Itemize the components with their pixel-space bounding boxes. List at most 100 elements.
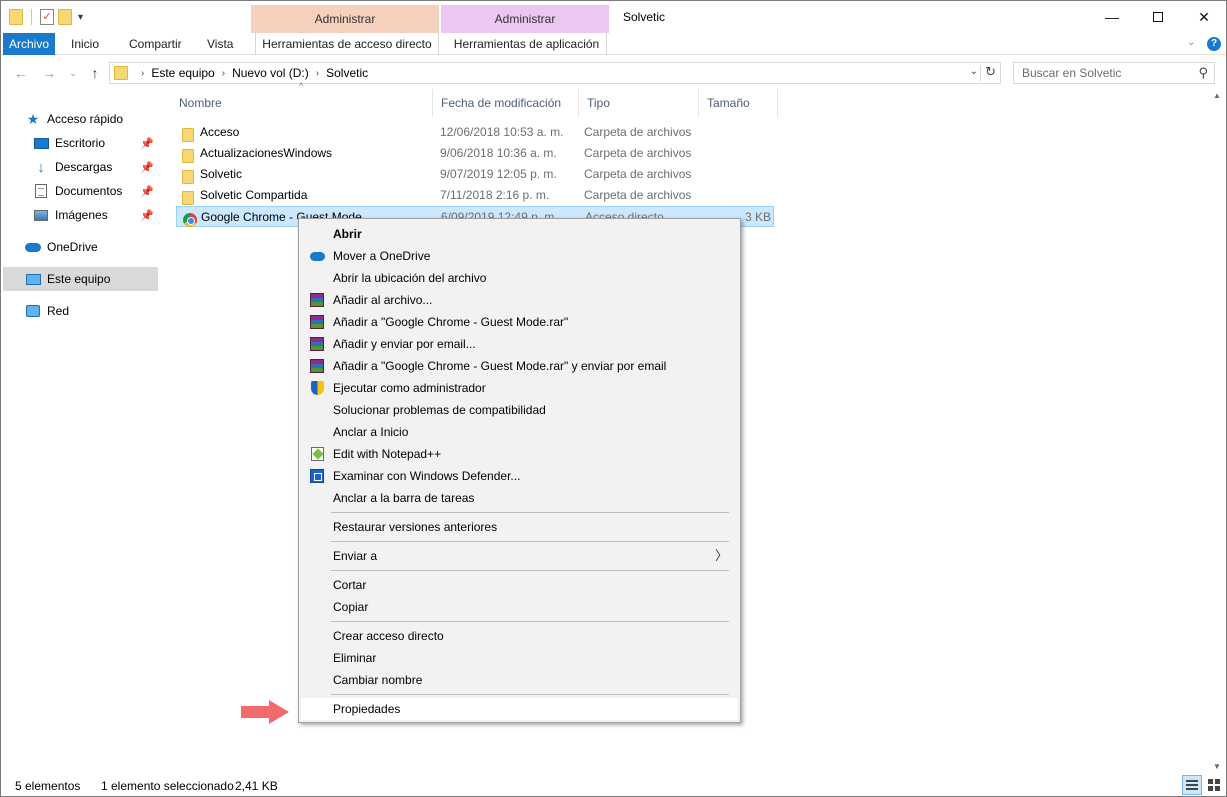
column-header-type[interactable]: Tipo	[578, 89, 698, 117]
details-view-button[interactable]	[1182, 775, 1202, 795]
tab-share[interactable]: Compartir	[119, 33, 192, 55]
up-arrow-icon[interactable]: ↑	[85, 63, 105, 83]
tab-shortcut-tools[interactable]: Herramientas de acceso directo	[255, 33, 439, 55]
breadcrumb-drive[interactable]: Nuevo vol (D:)	[232, 66, 309, 80]
customize-toolbar-icon[interactable]: ▾	[78, 12, 83, 23]
selection-size: 2,41 KB	[235, 779, 278, 793]
scroll-up-icon[interactable]: ▲	[1213, 91, 1221, 100]
status-bar: 5 elementos 1 elemento seleccionado 2,41…	[1, 775, 1226, 796]
maximize-button[interactable]	[1135, 1, 1181, 33]
nav-documents[interactable]: Documentos 📌	[33, 179, 158, 203]
forward-arrow-icon[interactable]: →	[39, 63, 59, 83]
pin-icon[interactable]: 📌	[140, 161, 154, 174]
tab-view[interactable]: Vista	[197, 33, 243, 55]
menu-item-cut[interactable]: Cortar	[301, 574, 738, 596]
nav-item-label: Red	[47, 304, 70, 318]
nav-network[interactable]: Red	[25, 299, 158, 323]
menu-item-add-to-rar[interactable]: Añadir a "Google Chrome - Guest Mode.rar…	[301, 311, 738, 333]
menu-item-properties[interactable]: Propiedades	[301, 698, 738, 720]
download-icon: ↓	[37, 158, 45, 176]
pin-icon[interactable]: 📌	[140, 209, 154, 222]
chevron-down-icon[interactable]: ⌄	[970, 66, 978, 77]
large-icons-view-button[interactable]	[1204, 775, 1224, 795]
menu-item-pin-to-start[interactable]: Anclar a Inicio	[301, 421, 738, 443]
file-date: 9/06/2018 10:36 a. m.	[440, 146, 557, 160]
column-header-name[interactable]: Nombre	[171, 89, 432, 117]
nav-pictures[interactable]: Imágenes 📌	[33, 203, 158, 227]
minimize-icon: —	[1105, 9, 1119, 25]
menu-item-send-to[interactable]: Enviar a 〉	[301, 545, 738, 567]
menu-item-add-rar-and-email[interactable]: Añadir a "Google Chrome - Guest Mode.rar…	[301, 355, 738, 377]
file-type: Carpeta de archivos	[584, 146, 692, 160]
tab-home[interactable]: Inicio	[61, 33, 109, 55]
computer-icon	[25, 273, 41, 285]
winrar-icon	[310, 293, 324, 307]
menu-item-move-to-onedrive[interactable]: Mover a OneDrive	[301, 245, 738, 267]
winrar-icon	[310, 315, 324, 329]
menu-divider	[331, 541, 729, 542]
nav-item-label: Este equipo	[47, 272, 111, 286]
winrar-icon	[310, 359, 324, 373]
nav-quick-access[interactable]: ★ Acceso rápido	[25, 107, 158, 131]
table-row[interactable]: Acceso 12/06/2018 10:53 a. m. Carpeta de…	[176, 122, 774, 143]
nav-downloads[interactable]: ↓ Descargas 📌	[33, 155, 158, 179]
menu-item-open-file-location[interactable]: Abrir la ubicación del archivo	[301, 267, 738, 289]
table-row[interactable]: Solvetic 9/07/2019 12:05 p. m. Carpeta d…	[176, 164, 774, 185]
menu-item-copy[interactable]: Copiar	[301, 596, 738, 618]
menu-item-edit-notepadpp[interactable]: Edit with Notepad++	[301, 443, 738, 465]
breadcrumb-this-pc[interactable]: Este equipo	[151, 66, 214, 80]
nav-item-label: OneDrive	[47, 240, 98, 254]
tab-application-tools[interactable]: Herramientas de aplicación	[447, 33, 607, 55]
menu-item-delete[interactable]: Eliminar	[301, 647, 738, 669]
close-button[interactable]: ✕	[1181, 1, 1226, 33]
chevron-right-icon[interactable]: ›	[141, 68, 144, 79]
context-menu: Abrir Mover a OneDrive Abrir la ubicació…	[298, 218, 741, 723]
navigation-pane: ★ Acceso rápido Escritorio 📌 ↓ Descargas…	[1, 101, 161, 761]
nav-item-label: Documentos	[55, 184, 123, 198]
scroll-down-icon[interactable]: ▼	[1213, 762, 1221, 771]
menu-item-scan-defender[interactable]: Examinar con Windows Defender...	[301, 465, 738, 487]
item-count: 5 elementos	[15, 779, 81, 793]
vertical-scrollbar[interactable]: ▲ ▼	[1209, 89, 1226, 773]
menu-item-run-as-admin[interactable]: Ejecutar como administrador	[301, 377, 738, 399]
table-row[interactable]: Solvetic Compartida 7/11/2018 2:16 p. m.…	[176, 185, 774, 206]
network-icon	[26, 305, 40, 317]
pin-icon[interactable]: 📌	[140, 185, 154, 198]
search-icon[interactable]: ⚲	[1198, 63, 1208, 83]
nav-this-pc[interactable]: Este equipo	[3, 267, 158, 291]
back-arrow-icon[interactable]: ←	[11, 63, 31, 83]
expand-ribbon-icon[interactable]: ⌄	[1187, 37, 1195, 48]
menu-item-create-shortcut[interactable]: Crear acceso directo	[301, 625, 738, 647]
pin-icon[interactable]: 📌	[140, 137, 154, 150]
help-icon[interactable]: ?	[1207, 37, 1221, 51]
recent-locations-icon[interactable]: ⌄	[63, 63, 83, 83]
search-input[interactable]: Buscar en Solvetic ⚲	[1013, 62, 1215, 84]
folder-icon	[182, 191, 194, 205]
nav-item-label: Imágenes	[55, 208, 108, 222]
menu-item-open[interactable]: Abrir	[301, 223, 738, 245]
nav-desktop[interactable]: Escritorio 📌	[33, 131, 158, 155]
breadcrumb-folder[interactable]: Solvetic	[326, 66, 368, 80]
chevron-right-icon[interactable]: ›	[222, 68, 225, 79]
nav-onedrive[interactable]: OneDrive	[25, 235, 158, 259]
nav-item-label: Escritorio	[55, 136, 106, 150]
menu-item-restore-versions[interactable]: Restaurar versiones anteriores	[301, 516, 738, 538]
file-date: 7/11/2018 2:16 p. m.	[440, 188, 550, 202]
menu-item-rename[interactable]: Cambiar nombre	[301, 669, 738, 691]
table-row[interactable]: ActualizacionesWindows 9/06/2018 10:36 a…	[176, 143, 774, 164]
properties-icon[interactable]: ✓	[40, 9, 54, 25]
refresh-icon[interactable]: ↻	[985, 64, 996, 80]
new-folder-icon[interactable]	[58, 9, 72, 25]
menu-item-troubleshoot-compatibility[interactable]: Solucionar problemas de compatibilidad	[301, 399, 738, 421]
chevron-right-icon[interactable]: ›	[316, 68, 319, 79]
menu-item-add-and-email[interactable]: Añadir y enviar por email...	[301, 333, 738, 355]
tab-file[interactable]: Archivo	[3, 33, 55, 55]
folder-icon	[9, 9, 23, 25]
minimize-button[interactable]: —	[1089, 1, 1135, 33]
menu-item-add-to-archive[interactable]: Añadir al archivo...	[301, 289, 738, 311]
pointer-arrow-icon	[241, 700, 289, 724]
column-header-size[interactable]: Tamaño	[698, 89, 778, 117]
menu-item-pin-to-taskbar[interactable]: Anclar a la barra de tareas	[301, 487, 738, 509]
column-header-date[interactable]: Fecha de modificación	[432, 89, 578, 117]
address-bar[interactable]: › Este equipo › Nuevo vol (D:) › Solveti…	[109, 62, 1001, 84]
